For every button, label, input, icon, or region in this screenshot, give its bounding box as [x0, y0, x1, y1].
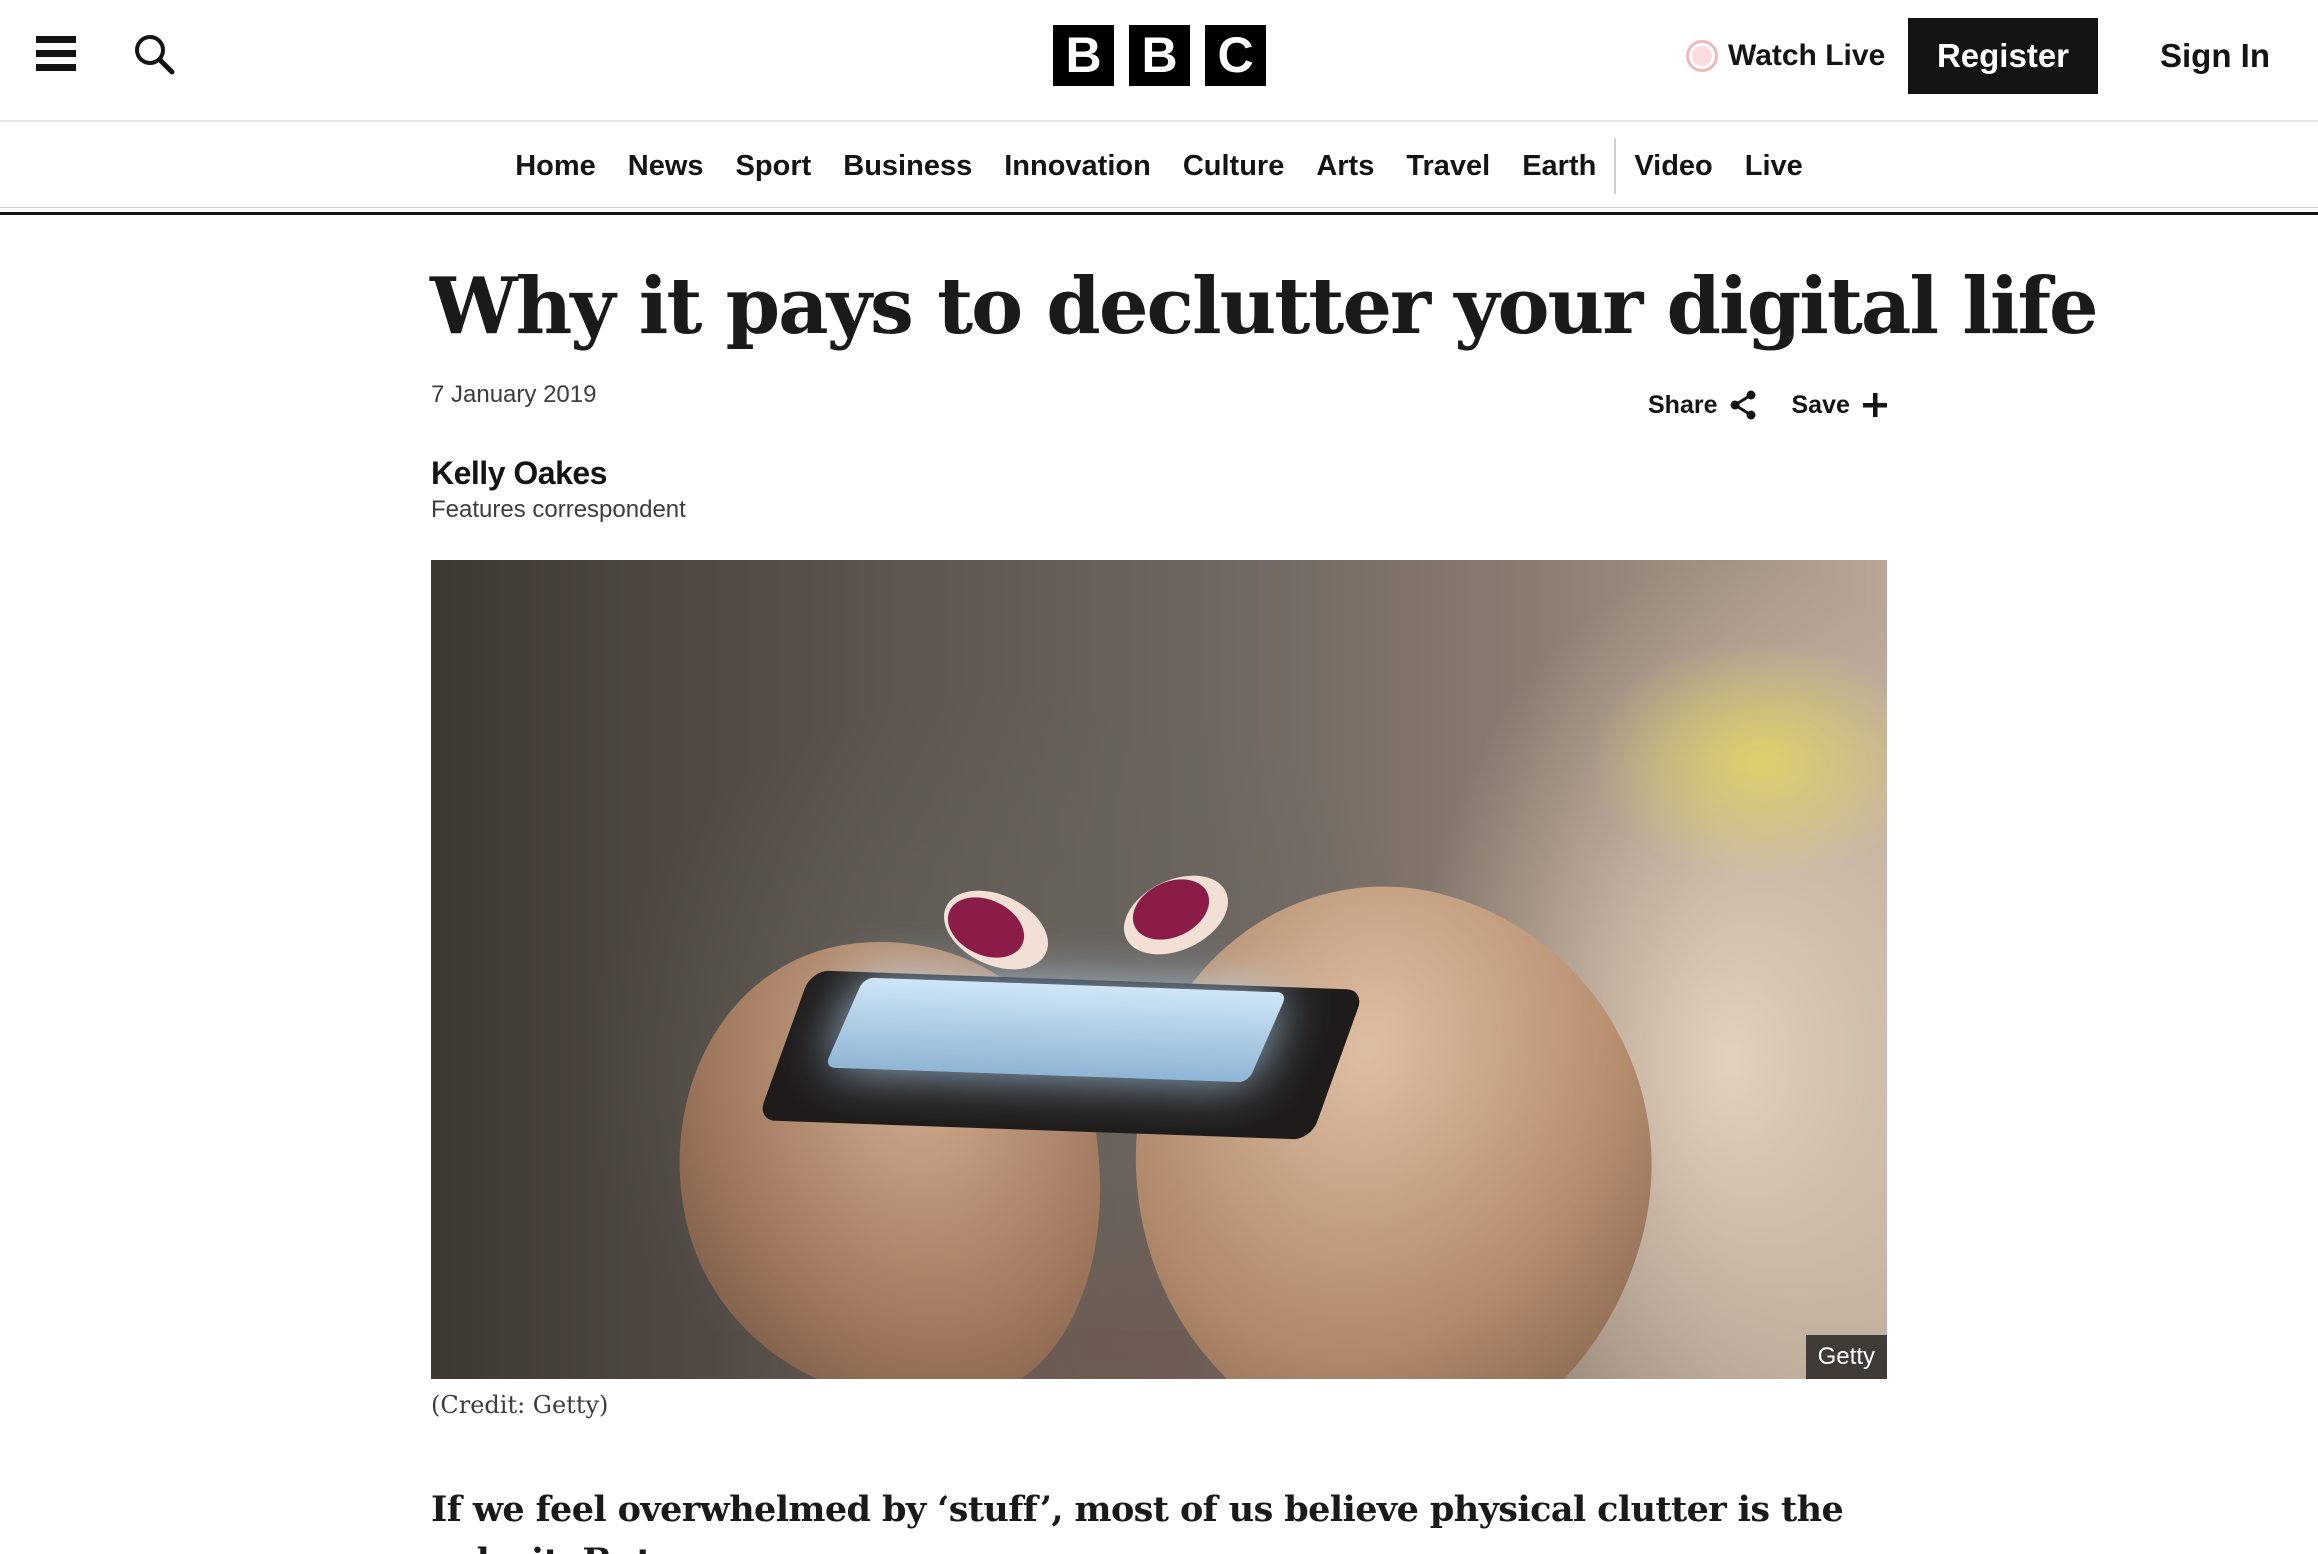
author-role: Features correspondent: [431, 496, 686, 523]
watch-live-label: Watch Live: [1728, 39, 1886, 72]
save-label: Save: [1791, 390, 1850, 419]
logo-letter: B: [1129, 25, 1190, 86]
register-button[interactable]: Register: [1908, 18, 2098, 94]
search-icon[interactable]: [130, 30, 180, 80]
nav-item-news[interactable]: News: [612, 124, 720, 208]
sign-in-button[interactable]: Sign In: [2160, 18, 2270, 94]
nav-item-innovation[interactable]: Innovation: [988, 124, 1167, 208]
hero-image-phone-screen: [824, 977, 1288, 1083]
logo-letter: C: [1205, 25, 1266, 86]
nav-item-arts[interactable]: Arts: [1300, 124, 1390, 208]
nav-item-sport[interactable]: Sport: [720, 124, 828, 208]
plus-icon: [1862, 393, 1887, 417]
nav-item-live[interactable]: Live: [1729, 124, 1819, 208]
nav-item-culture[interactable]: Culture: [1167, 124, 1301, 208]
share-button[interactable]: Share: [1648, 390, 1757, 420]
watch-live-link[interactable]: Watch Live: [1686, 34, 1885, 78]
share-label: Share: [1648, 390, 1718, 419]
live-dot-icon: [1686, 40, 1718, 72]
article-headline: Why it pays to declutter your digital li…: [430, 261, 2099, 352]
nav-item-home[interactable]: Home: [499, 124, 612, 208]
nav-item-earth[interactable]: Earth: [1506, 124, 1612, 208]
article-date: 7 January 2019: [431, 381, 597, 408]
nav-rule: [0, 212, 2318, 215]
image-caption: (Credit: Getty): [431, 1391, 609, 1419]
author-name[interactable]: Kelly Oakes: [431, 455, 607, 492]
nav-list: Home News Sport Business Innovation Cult…: [0, 124, 2318, 208]
article-actions: Share Save: [1648, 390, 1888, 420]
hamburger-menu-icon[interactable]: [36, 36, 80, 76]
main-nav: Home News Sport Business Innovation Cult…: [0, 124, 2318, 208]
logo-letter: B: [1053, 25, 1114, 86]
share-icon: [1730, 390, 1756, 420]
image-credit-badge: Getty: [1805, 1335, 1887, 1379]
nav-item-travel[interactable]: Travel: [1390, 124, 1506, 208]
top-bar: B B C Watch Live Register Sign In: [0, 0, 2318, 122]
lead-paragraph: If we feel overwhelmed by ‘stuff’, most …: [431, 1489, 1844, 1554]
hero-image: Getty: [431, 560, 1887, 1379]
save-button[interactable]: Save: [1791, 390, 1887, 420]
bbc-logo[interactable]: B B C: [1053, 25, 1266, 86]
nav-divider: [1614, 138, 1617, 194]
nav-item-business[interactable]: Business: [827, 124, 988, 208]
nav-item-video[interactable]: Video: [1618, 124, 1728, 208]
